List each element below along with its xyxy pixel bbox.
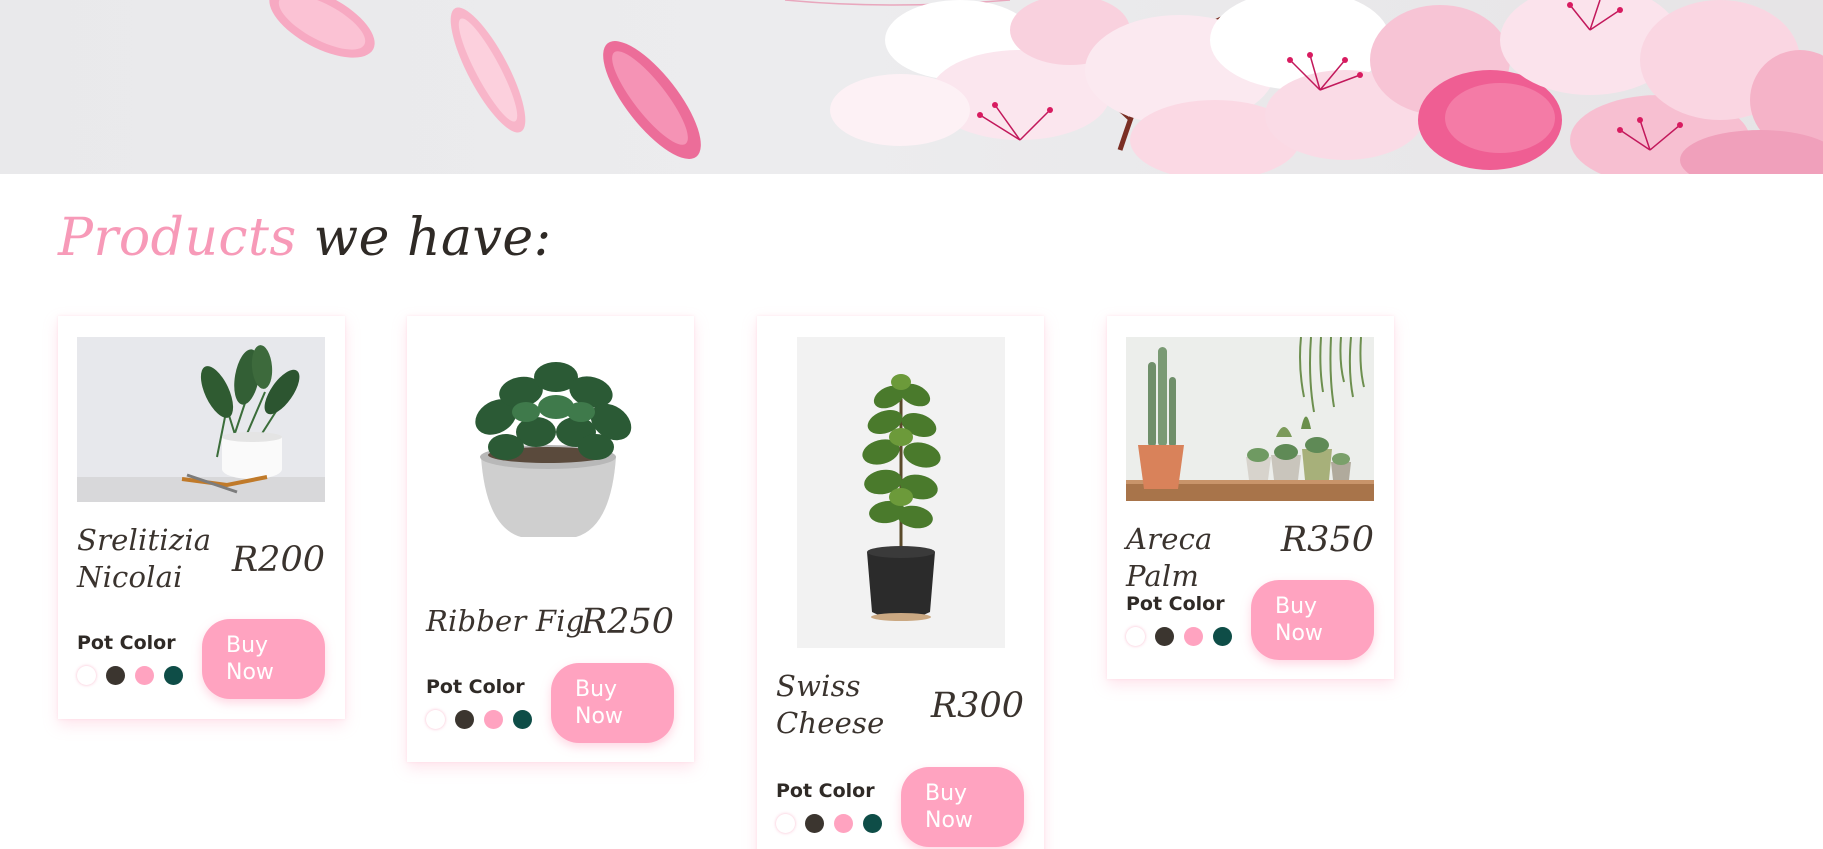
buy-now-button[interactable]: Buy Now <box>901 767 1024 847</box>
product-name: Areca Palm <box>1126 522 1213 593</box>
product-name: Srelitizia Nicolai <box>77 523 212 594</box>
swatch-pink[interactable] <box>1184 627 1203 646</box>
product-image <box>1126 337 1374 501</box>
swatch-white[interactable] <box>776 814 795 833</box>
product-card-ribber-fig: Ribber Fig R250 Pot Color Buy Now <box>407 316 694 762</box>
swatch-white[interactable] <box>426 710 445 729</box>
section-title: Products we have: <box>58 208 552 268</box>
product-price: R200 <box>231 540 325 580</box>
product-price: R300 <box>930 686 1024 726</box>
swatch-charcoal[interactable] <box>805 814 824 833</box>
swatch-charcoal[interactable] <box>1155 627 1174 646</box>
swatch-teal[interactable] <box>513 710 532 729</box>
swatch-charcoal[interactable] <box>455 710 474 729</box>
pot-color-swatches <box>776 814 896 834</box>
swatch-white[interactable] <box>77 666 96 685</box>
buy-now-button[interactable]: Buy Now <box>1251 580 1374 660</box>
page: Products we have: Srelitizia Nicolai R20… <box>0 0 1823 849</box>
section-title-rest: we have: <box>296 208 552 268</box>
cherry-blossom-illustration <box>269 0 1823 174</box>
product-card-srelitizia-nicolai: Srelitizia Nicolai R200 Pot Color Buy No… <box>58 316 345 719</box>
swatch-pink[interactable] <box>135 666 154 685</box>
product-image <box>77 337 325 502</box>
swatch-teal[interactable] <box>164 666 183 685</box>
product-name: Ribber Fig <box>426 604 585 638</box>
buy-now-button[interactable]: Buy Now <box>551 663 674 743</box>
section-title-accent: Products <box>58 208 297 268</box>
swatch-teal[interactable] <box>1213 627 1232 646</box>
product-price: R250 <box>580 602 674 642</box>
product-card-swiss-cheese: Swiss Cheese R300 Pot Color Buy Now <box>757 316 1044 849</box>
pot-color-label: Pot Color <box>1126 593 1225 615</box>
product-price: R350 <box>1280 520 1374 560</box>
swatch-charcoal[interactable] <box>106 666 125 685</box>
hero-banner <box>0 0 1823 174</box>
product-card-areca-palm: Areca Palm R350 Pot Color Buy Now <box>1107 316 1394 679</box>
swatch-pink[interactable] <box>484 710 503 729</box>
pot-color-label: Pot Color <box>776 780 875 802</box>
swatch-teal[interactable] <box>863 814 882 833</box>
product-image <box>797 337 1005 648</box>
product-image <box>426 337 674 552</box>
swatch-white[interactable] <box>1126 627 1145 646</box>
buy-now-button[interactable]: Buy Now <box>202 619 325 699</box>
pot-color-swatches <box>1126 627 1246 647</box>
pot-color-swatches <box>426 710 546 730</box>
product-name: Swiss Cheese <box>776 669 885 740</box>
pot-color-swatches <box>77 666 197 686</box>
pot-color-label: Pot Color <box>77 632 176 654</box>
pot-color-label: Pot Color <box>426 676 525 698</box>
swatch-pink[interactable] <box>834 814 853 833</box>
